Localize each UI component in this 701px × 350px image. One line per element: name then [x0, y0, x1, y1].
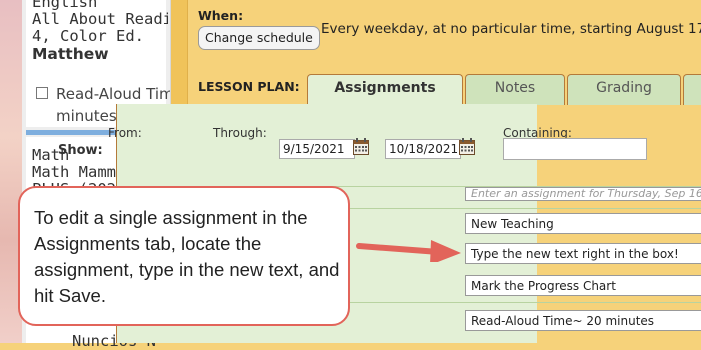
- new-assignment-input[interactable]: Enter an assignment for Thursday, Sep 16…: [465, 187, 701, 201]
- when-label: When:: [198, 8, 244, 23]
- read-aloud-label: Read-Aloud Time: [56, 85, 170, 103]
- change-schedule-button[interactable]: Change schedule: [198, 26, 320, 50]
- sidebar-course-edition: 4, Color Ed.: [32, 28, 144, 45]
- tab-assignments[interactable]: Assignments: [307, 74, 463, 107]
- sidebar-student-name: Matthew: [32, 46, 109, 63]
- lesson-plan-label: LESSON PLAN:: [198, 79, 300, 94]
- assignment-input-3[interactable]: Mark the Progress Chart: [465, 275, 701, 296]
- tutorial-callout: To edit a single assignment in the Assig…: [18, 186, 350, 326]
- calendar-icon[interactable]: [459, 138, 475, 155]
- sidebar-subject: English: [32, 0, 98, 11]
- assignment-input-1[interactable]: New Teaching: [465, 213, 701, 234]
- assignment-input-2[interactable]: Type the new text right in the box!: [465, 243, 701, 264]
- show-label: Show:: [58, 143, 103, 158]
- pointer-arrow-icon: [356, 240, 461, 262]
- from-date-input[interactable]: 9/15/2021: [279, 139, 355, 159]
- tab-more[interactable]: [683, 74, 701, 105]
- from-label: From:: [108, 126, 142, 140]
- callout-text: To edit a single assignment in the Assig…: [34, 207, 340, 306]
- through-date-input[interactable]: 10/18/2021: [385, 139, 461, 159]
- read-aloud-checkbox[interactable]: [36, 87, 48, 99]
- schedule-description: Every weekday, at no particular time, st…: [321, 21, 701, 37]
- sidebar-course-title: All About Reading: [32, 11, 168, 28]
- through-label: Through:: [213, 126, 267, 140]
- tab-grading[interactable]: Grading: [567, 74, 681, 105]
- tab-notes[interactable]: Notes: [465, 74, 565, 105]
- containing-input[interactable]: [503, 138, 647, 160]
- assignment-input-4[interactable]: Read-Aloud Time~ 20 minutes: [465, 310, 701, 331]
- calendar-icon[interactable]: [353, 138, 369, 155]
